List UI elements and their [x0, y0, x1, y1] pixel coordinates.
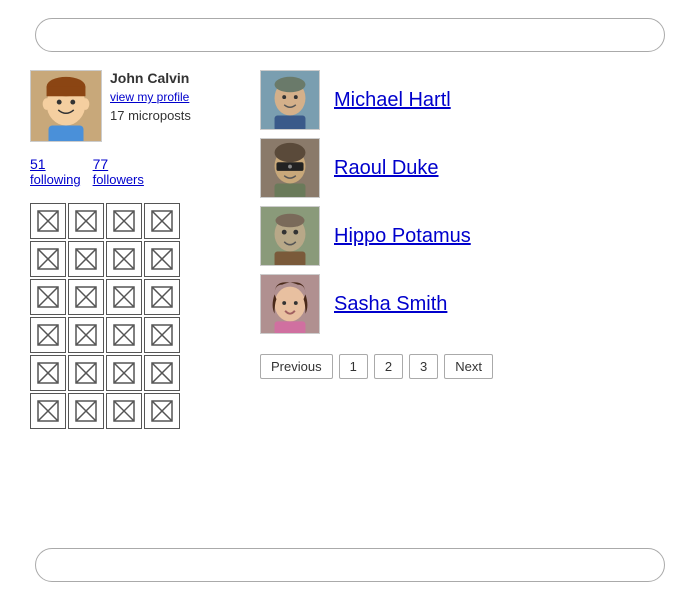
pagination: Previous 1 2 3 Next	[260, 354, 670, 379]
grid-cell	[106, 355, 142, 391]
grid-cell	[144, 203, 180, 239]
grid-cell	[30, 393, 66, 429]
page-3-button[interactable]: 3	[409, 354, 438, 379]
next-button[interactable]: Next	[444, 354, 493, 379]
grid-cell	[30, 317, 66, 353]
grid-cell	[144, 241, 180, 277]
grid-cell	[106, 241, 142, 277]
grid-cell	[144, 317, 180, 353]
grid-cell	[30, 355, 66, 391]
followers-label[interactable]: followers	[93, 172, 144, 187]
right-content: Michael Hartl Raoul Duke Hippo Potamus	[230, 70, 670, 530]
grid-cell	[106, 317, 142, 353]
follow-stats: 51 following 77 followers	[30, 156, 230, 187]
page-2-button[interactable]: 2	[374, 354, 403, 379]
profile-microposts: 17 microposts	[110, 108, 191, 123]
grid-cell	[30, 203, 66, 239]
page-1-button[interactable]: 1	[339, 354, 368, 379]
grid-cell	[68, 393, 104, 429]
search-bar-top[interactable]	[35, 18, 665, 52]
user-item: Hippo Potamus	[260, 206, 670, 266]
grid-cell	[144, 355, 180, 391]
user-name[interactable]: Sasha Smith	[334, 293, 447, 316]
sidebar: John Calvin view my profile 17 micropost…	[30, 70, 230, 530]
user-list: Michael Hartl Raoul Duke Hippo Potamus	[260, 70, 670, 334]
profile-section: John Calvin view my profile 17 micropost…	[30, 70, 230, 142]
search-bar-bottom[interactable]	[35, 548, 665, 582]
grid-cell	[30, 279, 66, 315]
main-content: John Calvin view my profile 17 micropost…	[30, 70, 670, 530]
user-name[interactable]: Raoul Duke	[334, 157, 439, 180]
grid-cell	[144, 393, 180, 429]
grid-cell	[30, 241, 66, 277]
grid-cell	[144, 279, 180, 315]
grid-cell	[106, 203, 142, 239]
user-avatar	[260, 70, 320, 130]
followers-stat: 77 followers	[93, 156, 144, 187]
profile-name: John Calvin	[110, 70, 191, 86]
grid-cell	[68, 317, 104, 353]
user-name[interactable]: Michael Hartl	[334, 89, 451, 112]
following-stat: 51 following	[30, 156, 81, 187]
user-item: Raoul Duke	[260, 138, 670, 198]
profile-info: John Calvin view my profile 17 micropost…	[110, 70, 191, 123]
grid-cell	[68, 203, 104, 239]
grid-cell	[106, 279, 142, 315]
user-avatar	[260, 138, 320, 198]
user-name[interactable]: Hippo Potamus	[334, 225, 471, 248]
previous-button[interactable]: Previous	[260, 354, 333, 379]
user-avatar	[260, 274, 320, 334]
grid-cell	[106, 393, 142, 429]
following-label[interactable]: following	[30, 172, 81, 187]
view-profile-link[interactable]: view my profile	[110, 90, 191, 104]
grid-cell	[68, 279, 104, 315]
followers-count[interactable]: 77	[93, 156, 109, 172]
grid-cell	[68, 355, 104, 391]
image-grid	[30, 203, 230, 429]
avatar	[30, 70, 102, 142]
grid-cell	[68, 241, 104, 277]
user-avatar	[260, 206, 320, 266]
following-count[interactable]: 51	[30, 156, 46, 172]
user-item: Sasha Smith	[260, 274, 670, 334]
user-item: Michael Hartl	[260, 70, 670, 130]
